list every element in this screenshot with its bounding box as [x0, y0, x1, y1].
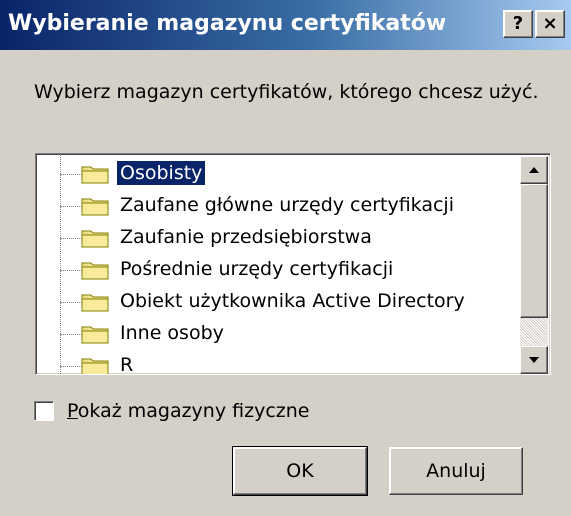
- tree-item-label: Inne osoby: [120, 322, 224, 344]
- tree-item[interactable]: Pośrednie urzędy certyfikacji: [36, 254, 524, 286]
- arrow-up-icon: [529, 167, 539, 173]
- close-button[interactable]: ×: [535, 10, 565, 38]
- show-physical-stores-label[interactable]: Pokaż magazyny fizyczne: [67, 400, 309, 422]
- vertical-scrollbar[interactable]: [520, 156, 548, 374]
- tree-item-label: Zaufane główne urzędy certyfikacji: [120, 194, 454, 216]
- tree-item[interactable]: Zaufanie przedsiębiorstwa: [36, 222, 524, 254]
- title-bar[interactable]: Wybieranie magazynu certyfikatów ? ×: [0, 0, 571, 50]
- folder-icon: [81, 198, 109, 216]
- cancel-button[interactable]: Anuluj: [389, 447, 523, 495]
- tree-item-label: Obiekt użytkownika Active Directory: [120, 290, 465, 312]
- folder-icon: [81, 294, 109, 312]
- ok-button[interactable]: OK: [232, 446, 368, 496]
- tree-item-label: Pośrednie urzędy certyfikacji: [120, 258, 394, 280]
- tree-item[interactable]: R: [36, 350, 524, 375]
- instruction-text: Wybierz magazyn certyfikatów, którego ch…: [34, 81, 539, 103]
- tree-item[interactable]: Zaufane główne urzędy certyfikacji: [36, 190, 524, 222]
- tree-item[interactable]: Inne osoby: [36, 318, 524, 350]
- folder-icon: [81, 358, 109, 374]
- scroll-thumb[interactable]: [520, 184, 548, 318]
- arrow-down-icon: [529, 357, 539, 363]
- scroll-up-button[interactable]: [520, 156, 548, 184]
- folder-icon: [81, 262, 109, 280]
- folder-icon: [81, 230, 109, 248]
- store-tree[interactable]: Osobisty Zaufane główne urzędy certyfika…: [35, 153, 551, 375]
- folder-icon: [81, 166, 109, 184]
- scroll-down-button[interactable]: [520, 346, 548, 374]
- tree-item-label: Osobisty: [115, 160, 207, 186]
- folder-icon: [81, 326, 109, 344]
- tree-item-label: R: [120, 354, 134, 375]
- help-button[interactable]: ?: [503, 10, 533, 38]
- tree-item[interactable]: Obiekt użytkownika Active Directory: [36, 286, 524, 318]
- show-physical-stores-checkbox[interactable]: [34, 401, 54, 421]
- window-title: Wybieranie magazynu certyfikatów: [8, 11, 447, 36]
- certificate-store-dialog: Wybieranie magazynu certyfikatów ? × Wyb…: [0, 0, 571, 516]
- tree-item[interactable]: Osobisty: [36, 158, 524, 190]
- tree-item-label: Zaufanie przedsiębiorstwa: [120, 226, 372, 248]
